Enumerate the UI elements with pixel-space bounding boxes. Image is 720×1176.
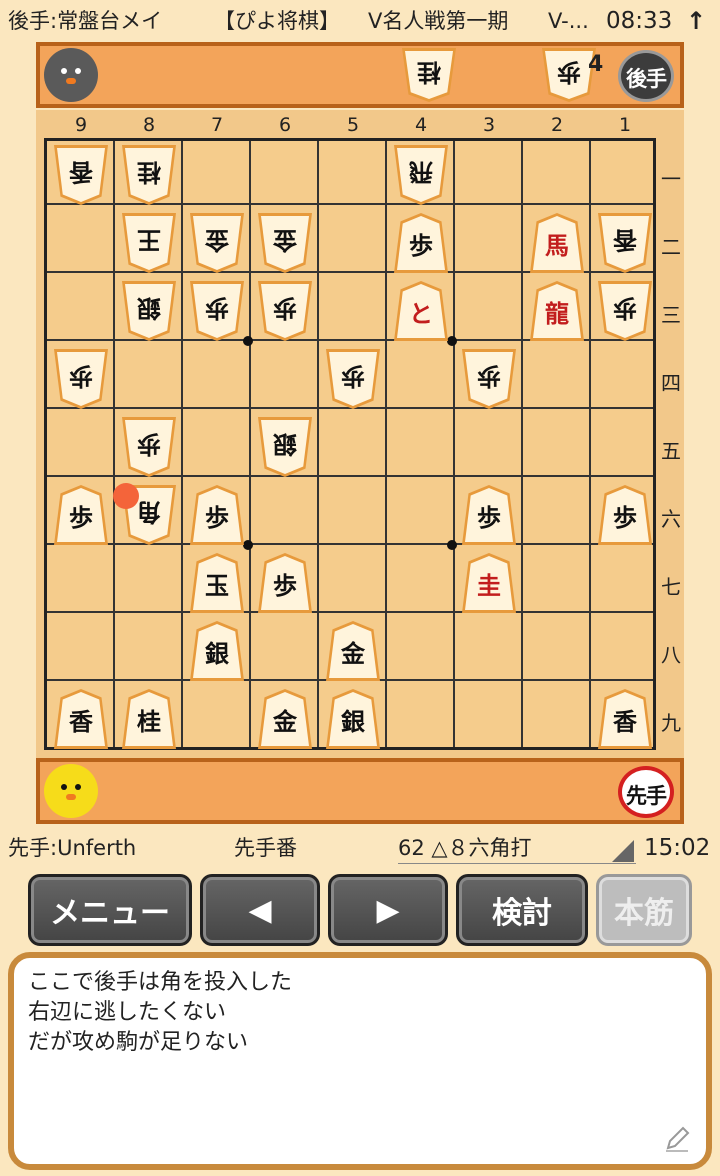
piece-gote[interactable]: 香 bbox=[54, 145, 108, 205]
piece-gote[interactable]: 金 bbox=[258, 213, 312, 273]
event-name: V名人戦第一期 bbox=[368, 9, 509, 33]
piece-gote[interactable]: 飛 bbox=[394, 145, 448, 205]
rank-label: 三 bbox=[661, 303, 681, 327]
gote-badge: 後手 bbox=[618, 50, 674, 102]
piece-gote[interactable]: 歩 bbox=[258, 281, 312, 341]
sente-hand-area: 先手 bbox=[36, 758, 684, 824]
piece-sente[interactable]: 玉 bbox=[190, 553, 244, 613]
file-label: 8 bbox=[142, 114, 156, 136]
next-move-button[interactable]: ▶ bbox=[328, 874, 448, 946]
prev-move-button[interactable]: ◀ bbox=[200, 874, 320, 946]
event-name-truncated: V-... bbox=[548, 9, 589, 33]
piece-sente[interactable]: と bbox=[394, 281, 448, 341]
shogi-board: 987654321 一二三四五六七八九 香桂飛王金金歩馬香銀歩歩と龍歩歩歩歩歩銀… bbox=[36, 110, 684, 758]
piece-gote[interactable]: 桂 bbox=[122, 145, 176, 205]
comment-line: 右辺に逃したくない bbox=[28, 1000, 227, 1025]
star-point bbox=[447, 336, 457, 346]
piece-gote[interactable]: 銀 bbox=[258, 417, 312, 477]
rank-label: 五 bbox=[661, 439, 681, 463]
menu-button[interactable]: メニュー bbox=[28, 874, 192, 946]
sente-player-label: 先手:Unferth bbox=[8, 836, 137, 860]
piece-sente[interactable]: 歩 bbox=[462, 485, 516, 545]
piece-sente[interactable]: 歩 bbox=[598, 485, 652, 545]
control-buttons: メニュー ◀ ▶ 検討 本筋 bbox=[0, 874, 720, 946]
star-point bbox=[243, 540, 253, 550]
file-label: 7 bbox=[210, 114, 224, 136]
current-move-selector[interactable]: 62 △８六角打 bbox=[398, 832, 636, 864]
comment-box[interactable]: ここで後手は角を投入した 右辺に逃したくない だが攻め駒が足りない bbox=[8, 952, 712, 1170]
up-arrow-icon[interactable]: ↑ bbox=[686, 0, 706, 42]
file-label: 1 bbox=[618, 114, 632, 136]
gote-avatar-icon bbox=[44, 48, 98, 102]
star-point bbox=[447, 540, 457, 550]
file-label: 4 bbox=[414, 114, 428, 136]
piece-sente[interactable]: 歩 bbox=[394, 213, 448, 273]
last-move-marker bbox=[113, 483, 139, 509]
file-label: 5 bbox=[346, 114, 360, 136]
piece-sente[interactable]: 龍 bbox=[530, 281, 584, 341]
rank-label: 四 bbox=[661, 371, 681, 395]
analyze-button[interactable]: 検討 bbox=[456, 874, 588, 946]
piece-gote[interactable]: 香 bbox=[598, 213, 652, 273]
piece-sente[interactable]: 歩 bbox=[190, 485, 244, 545]
dropdown-corner-icon bbox=[612, 840, 634, 862]
rank-label: 六 bbox=[661, 507, 681, 531]
piece-sente[interactable]: 圭 bbox=[462, 553, 516, 613]
piece-sente[interactable]: 馬 bbox=[530, 213, 584, 273]
game-clock: 15:02 bbox=[644, 835, 711, 861]
clock-time: 08:33 bbox=[606, 8, 673, 34]
rank-label: 一 bbox=[661, 167, 681, 191]
piece-gote[interactable]: 金 bbox=[190, 213, 244, 273]
piece-sente[interactable]: 香 bbox=[598, 689, 652, 749]
piece-gote[interactable]: 歩 bbox=[54, 349, 108, 409]
sente-badge: 先手 bbox=[618, 766, 674, 818]
rank-label: 八 bbox=[661, 643, 681, 667]
pencil-icon[interactable] bbox=[662, 1124, 692, 1154]
gote-pawn-count: 4 bbox=[588, 52, 604, 77]
star-point bbox=[243, 336, 253, 346]
comment-line: ここで後手は角を投入した bbox=[28, 970, 293, 995]
gote-hand-area: 桂歩 4 後手 bbox=[36, 42, 684, 108]
piece-gote[interactable]: 歩 bbox=[190, 281, 244, 341]
game-info-row: 先手:Unferth 先手番 62 △８六角打 15:02 bbox=[0, 828, 720, 868]
rank-label: 九 bbox=[661, 711, 681, 735]
rank-label: 七 bbox=[661, 575, 681, 599]
sente-avatar-icon bbox=[44, 764, 98, 818]
mainline-button[interactable]: 本筋 bbox=[596, 874, 692, 946]
piece-gote[interactable]: 歩 bbox=[122, 417, 176, 477]
gote-player-label: 後手:常盤台メイ bbox=[8, 9, 163, 33]
piece-sente[interactable]: 香 bbox=[54, 689, 108, 749]
gote-hand-piece[interactable]: 桂 bbox=[402, 48, 456, 102]
app-title: 【ぴよ将棋】 bbox=[214, 9, 340, 33]
piece-gote[interactable]: 銀 bbox=[122, 281, 176, 341]
rank-label: 二 bbox=[661, 235, 681, 259]
piece-sente[interactable]: 歩 bbox=[258, 553, 312, 613]
turn-indicator: 先手番 bbox=[234, 836, 297, 860]
piece-sente[interactable]: 金 bbox=[258, 689, 312, 749]
piece-sente[interactable]: 銀 bbox=[326, 689, 380, 749]
file-label: 2 bbox=[550, 114, 564, 136]
status-bar: 後手:常盤台メイ 【ぴよ将棋】 V名人戦第一期 V-... 08:33 ↑ bbox=[0, 0, 720, 42]
comment-line: だが攻め駒が足りない bbox=[28, 1030, 249, 1055]
piece-sente[interactable]: 金 bbox=[326, 621, 380, 681]
piece-sente[interactable]: 桂 bbox=[122, 689, 176, 749]
piece-sente[interactable]: 歩 bbox=[54, 485, 108, 545]
file-label: 3 bbox=[482, 114, 496, 136]
file-label: 6 bbox=[278, 114, 292, 136]
piece-sente[interactable]: 銀 bbox=[190, 621, 244, 681]
piece-gote[interactable]: 王 bbox=[122, 213, 176, 273]
file-label: 9 bbox=[74, 114, 88, 136]
piece-gote[interactable]: 歩 bbox=[462, 349, 516, 409]
piece-gote[interactable]: 歩 bbox=[326, 349, 380, 409]
piece-gote[interactable]: 歩 bbox=[598, 281, 652, 341]
